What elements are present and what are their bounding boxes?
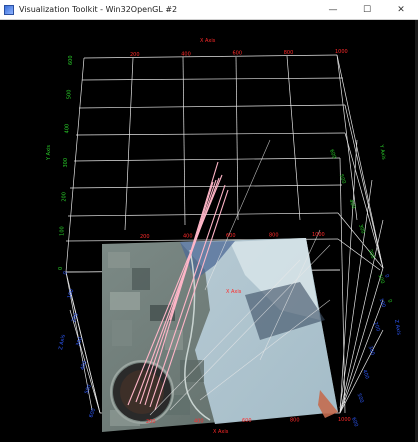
- window-titlebar[interactable]: Visualization Toolkit - Win32OpenGL #2 —…: [0, 0, 418, 20]
- y-tick-label: 100: [60, 226, 66, 236]
- y-axis-left-ticks: 600 500 400 300 200 100 0: [58, 55, 74, 270]
- vtk-app-icon: [4, 4, 14, 15]
- x-tick-label: 600: [226, 233, 236, 239]
- z-axis-title-right: Z Axis: [393, 319, 402, 336]
- y-tick-label: 300: [63, 158, 69, 168]
- x-tick-label: 200: [130, 52, 140, 58]
- x-axis-title-mid: X Axis: [226, 289, 242, 295]
- z-tick-label: 200: [71, 312, 80, 323]
- z-tick-label: 200: [372, 321, 381, 332]
- z-axis-right-ticks: 0100200300400500600: [350, 274, 390, 428]
- window-title: Visualization Toolkit - Win32OpenGL #2: [19, 5, 178, 14]
- y-tick-label: 500: [66, 90, 72, 100]
- window-controls: — ☐ ✕: [316, 0, 418, 20]
- y-tick-label: 0: [58, 267, 64, 270]
- x-tick-label: 800: [284, 50, 294, 56]
- z-axis-title-left: Z Axis: [58, 334, 67, 351]
- z-tick-label: 100: [67, 288, 76, 299]
- x-tick-label: 1000: [335, 49, 348, 55]
- z-tick-label: 400: [361, 369, 370, 380]
- x-tick-label: 1000: [312, 232, 325, 238]
- x-tick-label: 400: [194, 419, 204, 425]
- maximize-button[interactable]: ☐: [350, 0, 384, 20]
- x-axis-top-ticks: 200 400 600 800 1000: [130, 49, 348, 58]
- z-tick-label: 300: [75, 336, 84, 347]
- x-tick-label: 200: [146, 419, 156, 425]
- y-axis-title-right: Y Axis: [378, 143, 387, 160]
- x-tick-label: 600: [233, 51, 243, 57]
- 3d-scene[interactable]: 200 400 600 800 1000 200 400 600 800 1000 200 400…: [0, 20, 418, 442]
- z-tick-label: 600: [88, 408, 97, 419]
- y-tick-label: 400: [65, 124, 71, 134]
- y-tick-label: 200: [61, 192, 67, 202]
- minimize-button[interactable]: —: [316, 0, 350, 20]
- y-tick-label: 600: [68, 55, 74, 65]
- z-axis-left-ticks: 0100200300400500600: [62, 271, 97, 419]
- x-tick-label: 200: [140, 234, 150, 240]
- z-tick-label: 500: [356, 393, 365, 404]
- y-tick-label: 0: [386, 299, 393, 304]
- y-tick-label: 500: [338, 174, 347, 185]
- y-tick-label: 300: [357, 224, 366, 235]
- x-axis-title-top: X Axis: [200, 38, 216, 44]
- x-tick-label: 400: [181, 51, 191, 57]
- x-tick-label: 800: [290, 418, 300, 424]
- x-axis-title-bottom: X Axis: [213, 429, 229, 435]
- y-axis-title-left: Y Axis: [46, 145, 52, 161]
- y-tick-label: 400: [347, 199, 356, 210]
- z-tick-label: 0: [62, 271, 69, 276]
- z-tick-label: 500: [84, 384, 93, 395]
- x-tick-label: 1000: [338, 417, 351, 423]
- y-tick-label: 200: [367, 249, 376, 260]
- x-tick-label: 600: [242, 418, 252, 424]
- x-tick-label: 400: [183, 234, 193, 240]
- x-tick-label: 800: [269, 233, 279, 239]
- render-viewport[interactable]: 200 400 600 800 1000 200 400 600 800 1000 200 400…: [0, 20, 418, 442]
- z-tick-label: 600: [350, 417, 359, 428]
- z-tick-label: 0: [383, 274, 390, 279]
- close-button[interactable]: ✕: [384, 0, 418, 20]
- z-tick-label: 100: [378, 297, 387, 308]
